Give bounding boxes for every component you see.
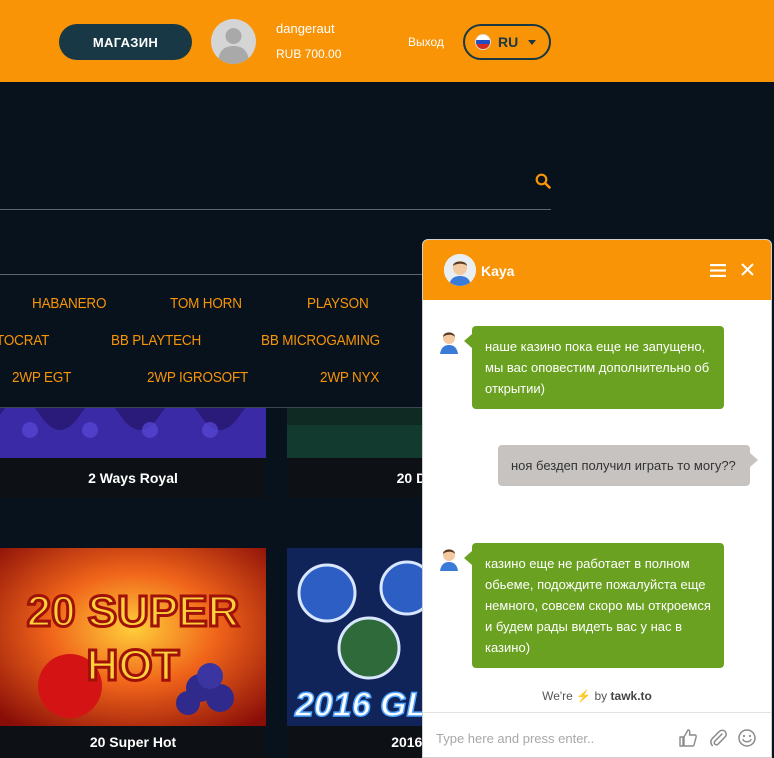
- powered-by-text: by: [594, 689, 608, 703]
- balance: RUB 700.00: [276, 47, 342, 61]
- language-selector[interactable]: RU: [463, 24, 551, 60]
- shop-button[interactable]: МАГАЗИН: [59, 24, 192, 60]
- provider-link[interactable]: 2WP IGROSOFT: [147, 369, 248, 386]
- game-art-text: HOT: [87, 641, 180, 690]
- chat-input-bar: [423, 712, 771, 757]
- search-icon[interactable]: [535, 173, 551, 189]
- game-art-text: 2016 GL: [294, 686, 427, 724]
- provider-link[interactable]: 2WP EGT: [12, 369, 71, 386]
- game-art-text: 20 SUPER: [27, 587, 240, 636]
- agent-avatar-small: [440, 549, 458, 571]
- powered-by[interactable]: We're ⚡ by tawk.to: [423, 689, 771, 703]
- powered-brand: tawk.to: [610, 689, 652, 703]
- chat-message-input[interactable]: [436, 727, 666, 749]
- close-icon[interactable]: [740, 262, 755, 277]
- agent-avatar: [444, 254, 476, 286]
- agent-face-icon: [444, 254, 476, 286]
- user-silhouette-icon: [218, 28, 249, 64]
- menu-icon[interactable]: [710, 264, 726, 277]
- provider-link[interactable]: TOM HORN: [170, 295, 242, 312]
- provider-link[interactable]: PLAYSON: [307, 295, 369, 312]
- provider-link[interactable]: HABANERO: [32, 295, 107, 312]
- language-label: RU: [498, 34, 519, 50]
- agent-avatar-small: [440, 332, 458, 354]
- chat-message-agent: казино еще не работает в полном обьеме, …: [472, 543, 724, 668]
- bubble-tail: [750, 453, 758, 467]
- russia-flag-icon: [475, 34, 491, 50]
- user-avatar[interactable]: [211, 19, 256, 64]
- game-thumbnail: 20 SUPER HOT: [0, 548, 266, 726]
- providers-menu: HABANERO TOM HORN PLAYSON TOCRAT BB PLAY…: [0, 275, 430, 408]
- provider-link[interactable]: BB MICROGAMING: [261, 332, 380, 349]
- agent-name: Kaya: [481, 263, 515, 279]
- chevron-down-icon: [528, 39, 537, 45]
- chat-message-agent: наше казино пока еще не запущено, мы вас…: [472, 326, 724, 409]
- lightning-icon: ⚡: [576, 689, 592, 703]
- thumbs-up-icon[interactable]: [678, 728, 698, 748]
- chat-widget: Kaya наше казино пока еще не запущено, м…: [422, 239, 772, 758]
- bubble-tail: [464, 551, 472, 565]
- game-title: 2 Ways Royal: [0, 458, 266, 498]
- bubble-tail: [464, 334, 472, 348]
- chat-message-visitor: ноя бездеп получил играть то могу??: [498, 445, 750, 486]
- emoji-icon[interactable]: [737, 728, 757, 748]
- provider-link[interactable]: 2WP NYX: [320, 369, 379, 386]
- logout-link[interactable]: Выход: [408, 35, 444, 49]
- search-input[interactable]: [0, 160, 551, 210]
- provider-link[interactable]: BB PLAYTECH: [111, 332, 201, 349]
- game-title: 20 Super Hot: [0, 726, 266, 758]
- game-card[interactable]: 20 SUPER HOT 20 Super Hot: [0, 548, 266, 758]
- username: dangeraut: [276, 21, 335, 36]
- top-header: МАГАЗИН dangeraut RUB 700.00 Выход RU: [0, 0, 774, 82]
- chat-header: Kaya: [423, 240, 771, 300]
- provider-link[interactable]: TOCRAT: [0, 332, 49, 349]
- attachment-icon[interactable]: [708, 728, 728, 748]
- powered-prefix: We're: [542, 689, 573, 703]
